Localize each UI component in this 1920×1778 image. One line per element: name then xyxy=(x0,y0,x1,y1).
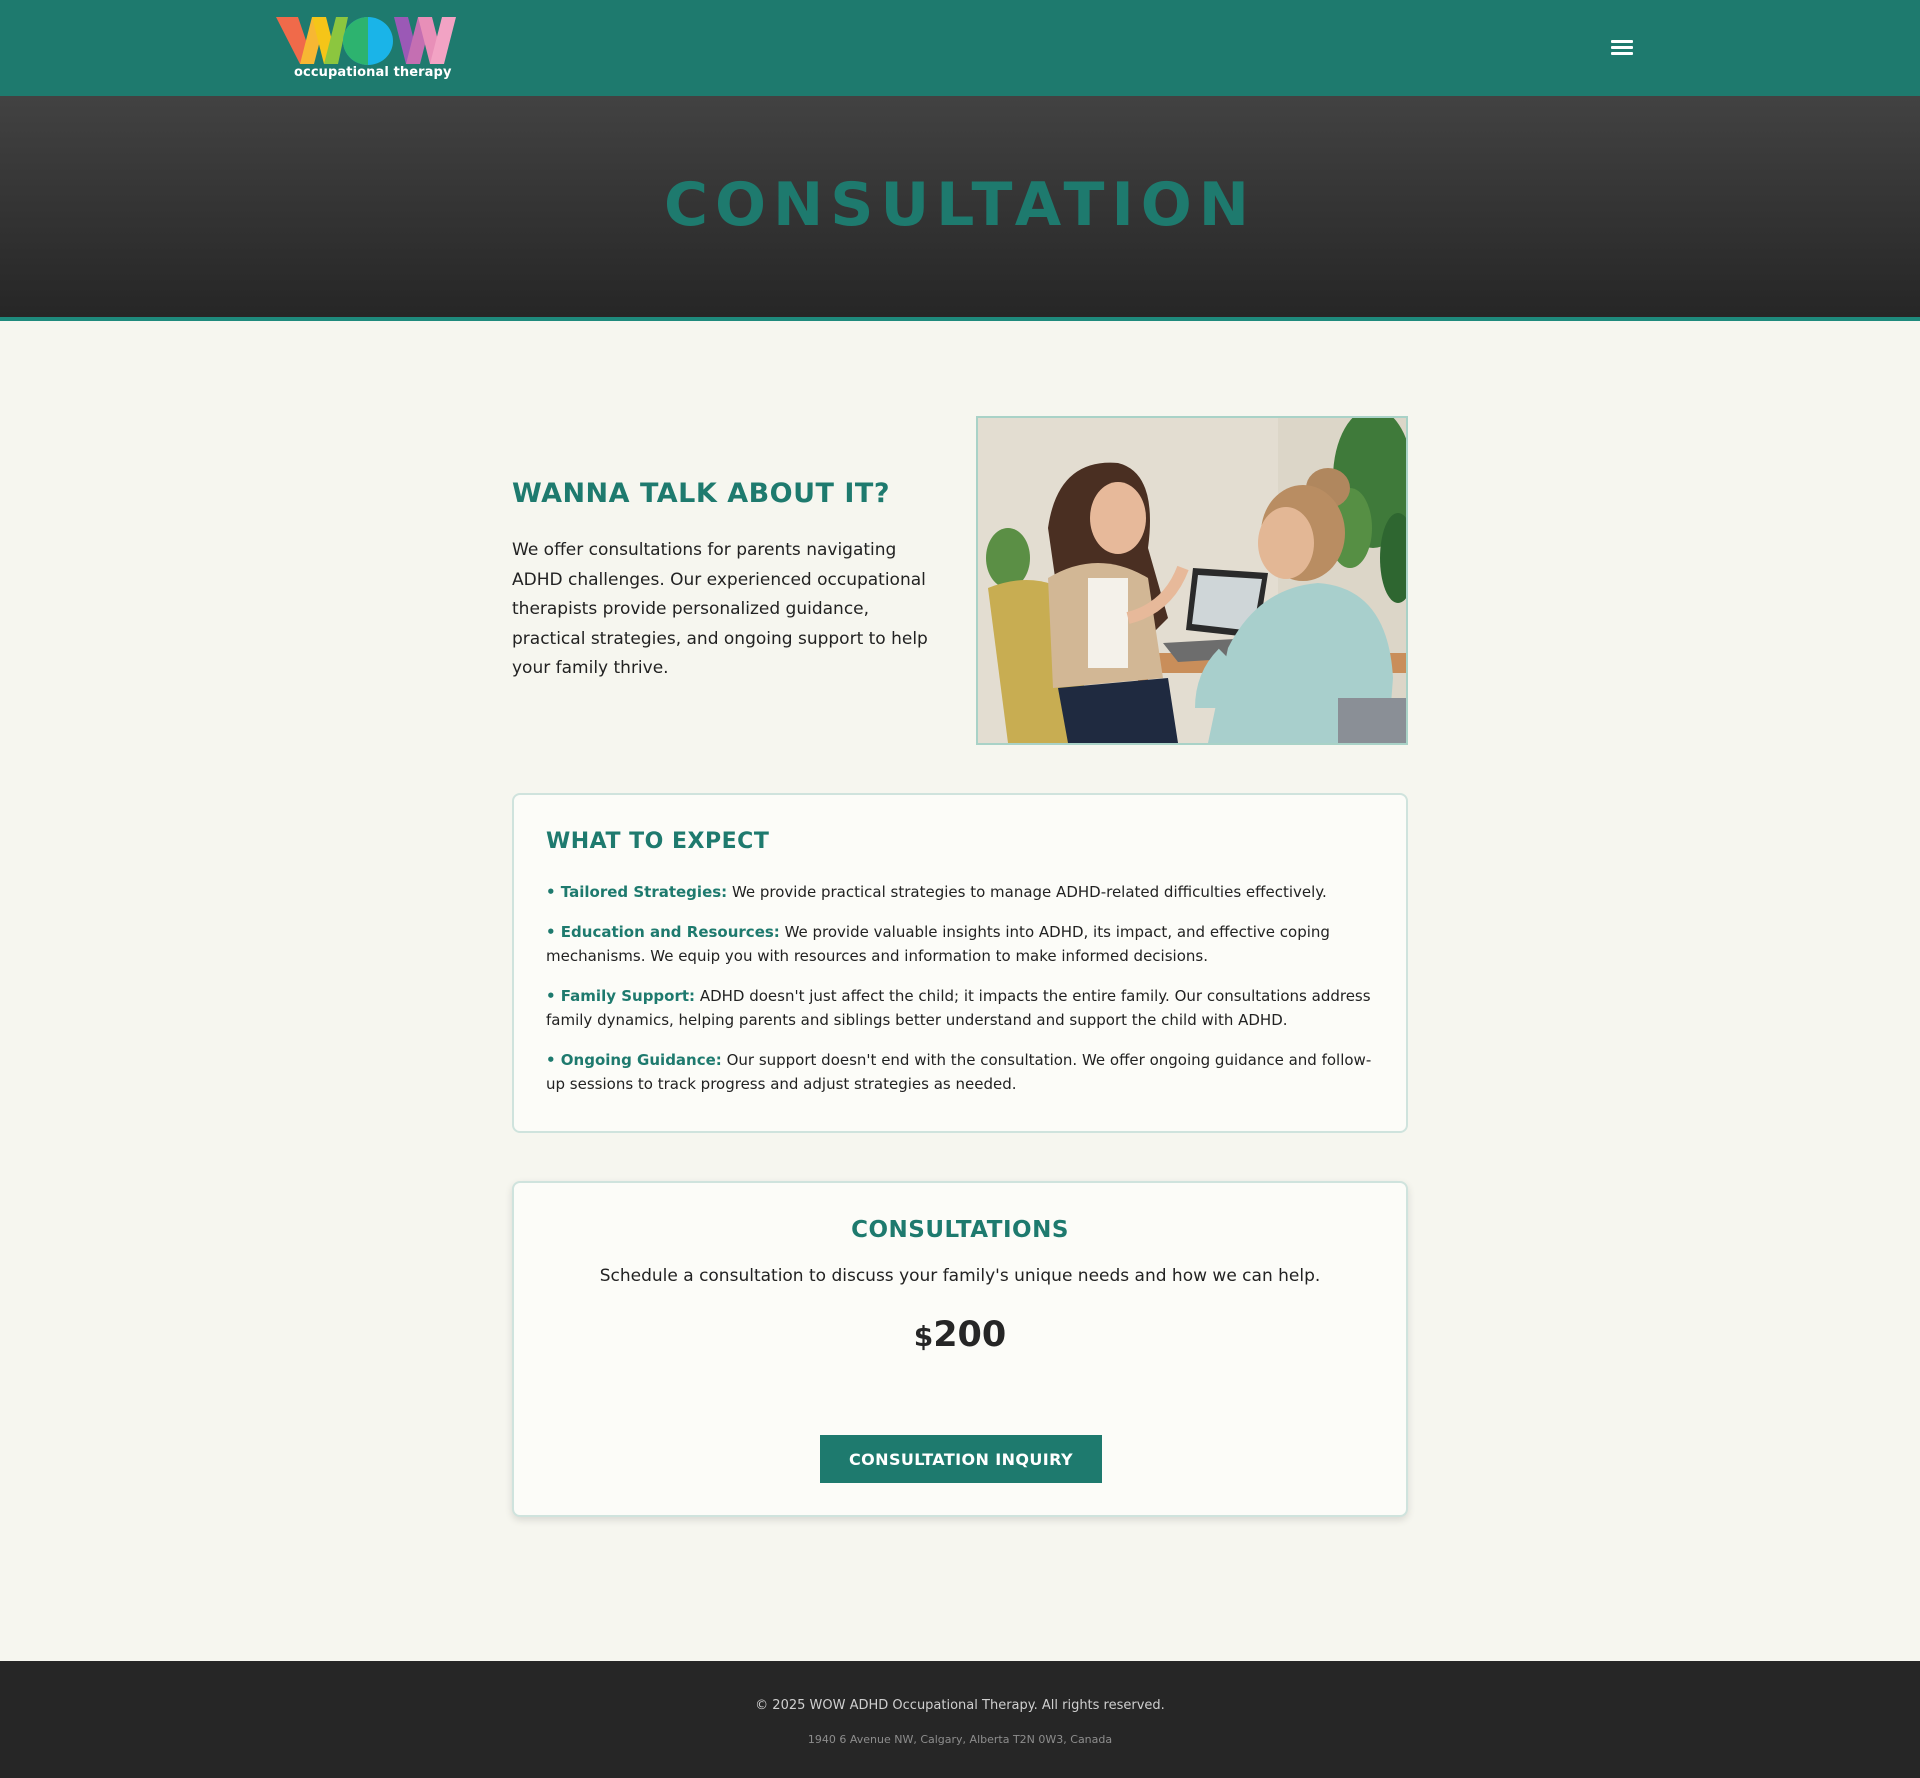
hamburger-menu-button[interactable] xyxy=(1606,34,1638,60)
list-item: • Ongoing Guidance: Our support doesn't … xyxy=(546,1048,1378,1096)
list-item: • Education and Resources: We provide va… xyxy=(546,920,1378,968)
list-item-title: • Tailored Strategies: xyxy=(546,883,728,901)
page-title: CONSULTATION xyxy=(663,170,1256,240)
consultations-heading: CONSULTATIONS xyxy=(851,1217,1069,1243)
consultations-pricing-card: CONSULTATIONS Schedule a consultation to… xyxy=(512,1181,1408,1517)
consultations-description: Schedule a consultation to discuss your … xyxy=(599,1266,1321,1286)
intro-heading: WANNA TALK ABOUT IT? xyxy=(512,478,890,509)
price-currency: $ xyxy=(913,1320,934,1353)
price: $200 xyxy=(514,1315,1406,1355)
price-amount: 200 xyxy=(933,1315,1007,1355)
what-to-expect-heading: WHAT TO EXPECT xyxy=(546,829,770,854)
list-item-title: • Education and Resources: xyxy=(546,923,780,941)
list-item-title: • Family Support: xyxy=(546,987,696,1005)
site-footer: © 2025 WOW ADHD Occupational Therapy. Al… xyxy=(0,1661,1920,1778)
list-item: • Tailored Strategies: We provide practi… xyxy=(546,880,1378,904)
list-item-text: We provide practical strategies to manag… xyxy=(727,883,1327,901)
wow-logo-mark xyxy=(276,17,456,65)
hero-divider xyxy=(0,317,1920,321)
logo-subtitle: occupational therapy xyxy=(294,65,452,80)
wow-logo[interactable]: occupational therapy xyxy=(276,14,458,84)
intro-text: We offer consultations for parents navig… xyxy=(512,540,928,678)
what-to-expect-list: • Tailored Strategies: We provide practi… xyxy=(546,880,1378,1112)
site-header: occupational therapy xyxy=(0,0,1920,96)
consultation-photo xyxy=(976,416,1408,745)
list-item-title: • Ongoing Guidance: xyxy=(546,1051,722,1069)
hamburger-menu-icon xyxy=(1611,37,1633,58)
what-to-expect-card: WHAT TO EXPECT • Tailored Strategies: We… xyxy=(512,793,1408,1133)
footer-copyright: © 2025 WOW ADHD Occupational Therapy. Al… xyxy=(755,1698,1165,1713)
consultation-inquiry-button[interactable]: CONSULTATION INQUIRY xyxy=(820,1435,1102,1483)
footer-address: 1940 6 Avenue NW, Calgary, Alberta T2N 0… xyxy=(807,1733,1113,1746)
list-item: • Family Support: ADHD doesn't just affe… xyxy=(546,984,1378,1032)
